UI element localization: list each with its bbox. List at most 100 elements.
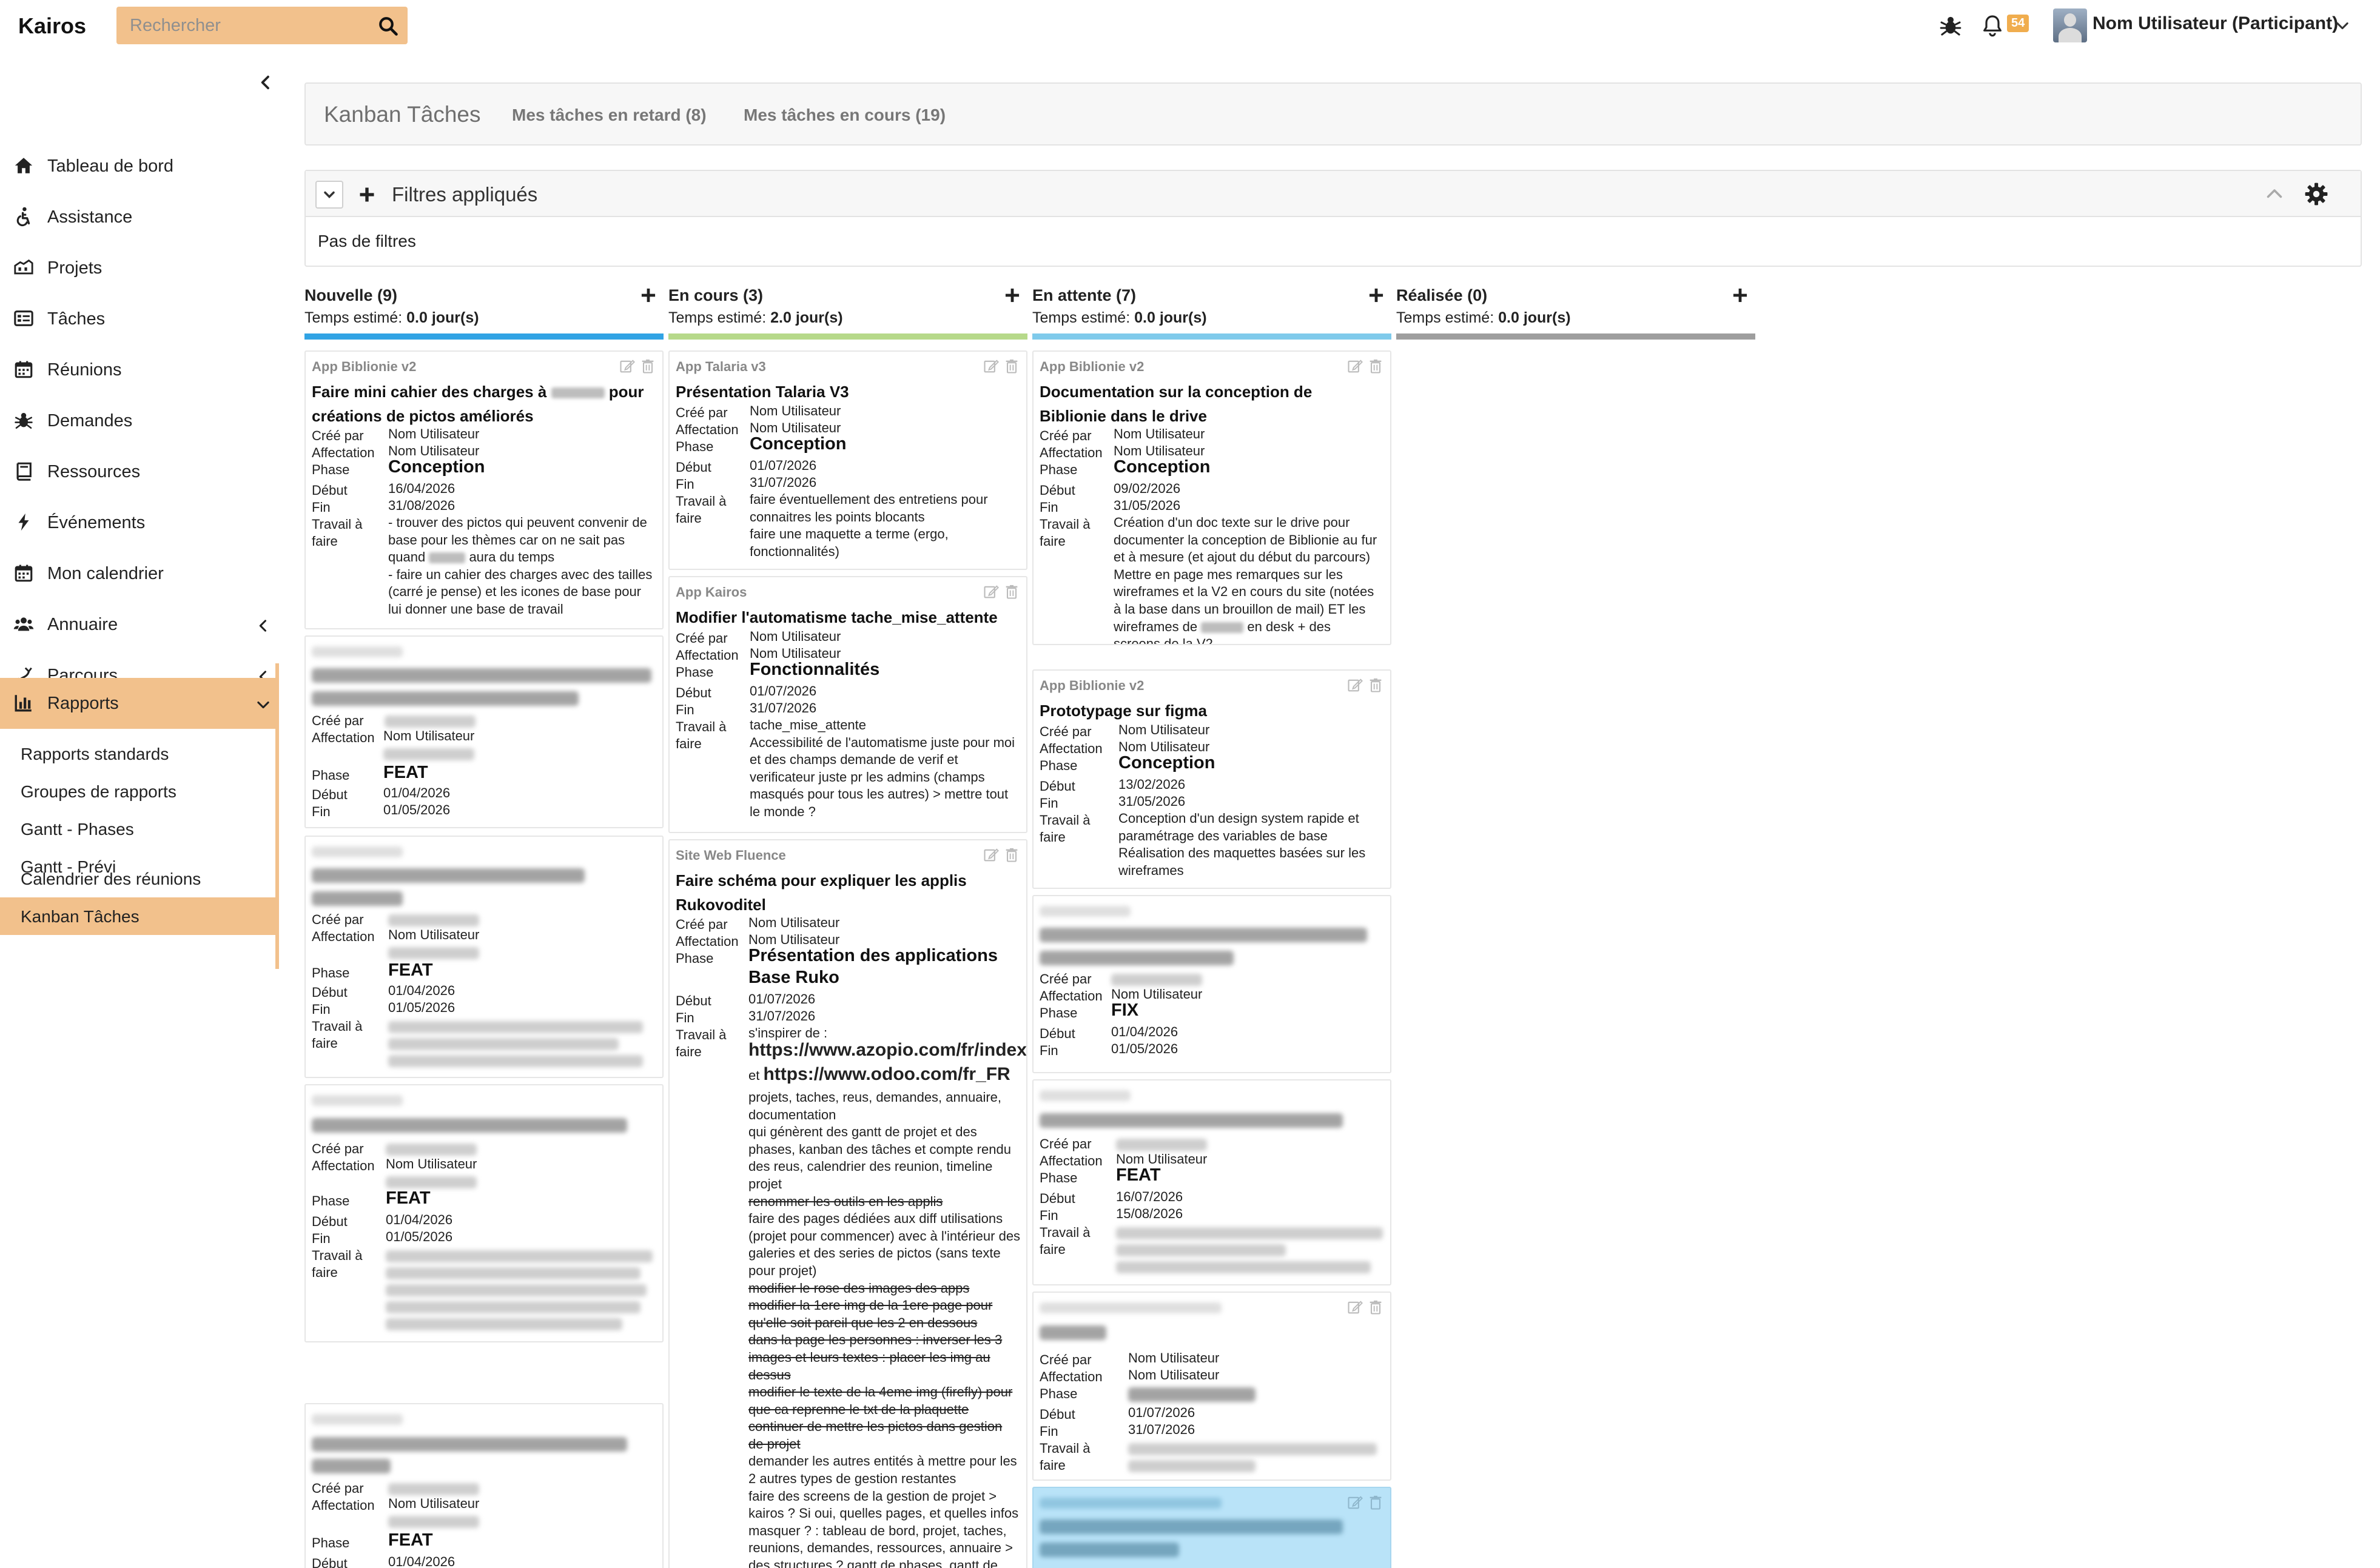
sidebar-item-projets[interactable]: Projets <box>0 243 279 293</box>
submenu-item-gantt-phases[interactable]: Gantt - Phases <box>0 810 275 848</box>
page-header: Kanban Tâches Mes tâches en retard (8) M… <box>304 82 2362 146</box>
filters-panel: Filtres appliqués Pas de filtres <box>304 170 2362 267</box>
edit-icon[interactable] <box>983 583 1000 600</box>
trash-icon[interactable] <box>1003 358 1020 375</box>
add-task-icon[interactable] <box>637 284 660 307</box>
field-label: Travail à <box>676 494 727 509</box>
submenu-item-rapports-standards[interactable]: Rapports standards <box>0 735 275 772</box>
sidebar-item-tableau-de-bord[interactable]: Tableau de bord <box>0 141 279 192</box>
task-card[interactable]: Site Web Fluence Faire schéma pour expli… <box>668 839 1027 1568</box>
task-card[interactable]: Créé par Affectation Nom Utilisateur Phas… <box>304 836 664 1078</box>
filter-toggle-button[interactable] <box>315 181 343 209</box>
task-card[interactable]: Créé par Affectation Nom Utilisateur Phas… <box>1032 1079 1391 1285</box>
add-task-icon[interactable] <box>1365 284 1388 307</box>
field-label: Phase <box>312 965 350 980</box>
field-label: faire <box>676 736 702 751</box>
task-card[interactable]: App Biblionie v2 Faire mini cahier des c… <box>304 350 664 629</box>
tab-taches-en-cours[interactable]: Mes tâches en cours (19) <box>744 106 946 125</box>
chevron-down-icon[interactable] <box>2334 17 2351 34</box>
trash-icon[interactable] <box>639 358 656 375</box>
redacted-text <box>1040 1498 1222 1509</box>
field-label: faire <box>312 1036 338 1051</box>
trash-icon[interactable] <box>1003 583 1020 600</box>
edit-icon[interactable] <box>619 358 636 375</box>
submenu-item-kanban-taches[interactable]: Kanban Tâches <box>0 897 275 935</box>
search-icon[interactable] <box>377 15 399 37</box>
edit-icon[interactable] <box>1346 358 1363 375</box>
chevron-up-icon[interactable] <box>2264 183 2285 205</box>
phase-value: Conception <box>388 457 485 477</box>
tab-taches-en-retard[interactable]: Mes tâches en retard (8) <box>512 106 707 125</box>
estimate-value: 0.0 jour(s) <box>406 309 479 326</box>
add-filter-icon[interactable] <box>353 181 381 209</box>
task-card[interactable]: Créé par Affectation Nom Utilisateur Phas… <box>304 635 664 828</box>
task-card[interactable]: Créé par Affectation Nom Utilisateur Phas… <box>304 1403 664 1568</box>
redacted-text <box>386 1284 647 1296</box>
field-label: faire <box>312 1265 338 1280</box>
edit-icon[interactable] <box>983 358 1000 375</box>
end-date-value: 31/07/2026 <box>750 700 817 715</box>
trash-icon[interactable] <box>1367 1494 1384 1511</box>
sidebar-item-evenements[interactable]: Événements <box>0 497 279 548</box>
avatar[interactable] <box>2053 8 2087 42</box>
search-input[interactable] <box>130 14 360 37</box>
field-label: Fin <box>1040 1424 1058 1439</box>
task-card-selected[interactable] <box>1032 1487 1391 1568</box>
redacted-text <box>429 552 466 564</box>
notification-badge[interactable]: 54 <box>2007 15 2029 32</box>
sidebar-item-mon-calendrier[interactable]: Mon calendrier <box>0 548 279 599</box>
end-date-value: 31/07/2026 <box>750 475 817 490</box>
start-date-value: 01/04/2026 <box>386 1212 453 1227</box>
task-card[interactable]: App Biblionie v2 Prototypage sur figma C… <box>1032 669 1391 889</box>
created-by-value: Nom Utilisateur <box>388 426 480 441</box>
task-card[interactable]: App Biblionie v2 Documentation sur la co… <box>1032 350 1391 645</box>
trash-icon[interactable] <box>1367 1299 1384 1316</box>
sidebar-item-annuaire[interactable]: Annuaire <box>0 599 279 650</box>
submenu-item-calendrier-des-reunions[interactable]: Calendrier des réunions <box>0 860 275 897</box>
task-card[interactable]: App Kairos Modifier l'automatisme tache_… <box>668 576 1027 833</box>
bug-icon[interactable] <box>1938 13 1963 38</box>
sidebar-item-assistance[interactable]: Assistance <box>0 192 279 243</box>
sidebar-item-reunions[interactable]: Réunions <box>0 344 279 395</box>
edit-icon[interactable] <box>983 846 1000 863</box>
redacted-text <box>388 1516 479 1528</box>
submenu-item-groupes-de-rapports[interactable]: Groupes de rapports <box>0 772 275 810</box>
add-task-icon[interactable] <box>1001 284 1024 307</box>
sidebar-item-ressources[interactable]: Ressources <box>0 446 279 497</box>
edit-icon[interactable] <box>1346 1494 1363 1511</box>
sidebar-item-demandes[interactable]: Demandes <box>0 395 279 446</box>
add-task-icon[interactable] <box>1729 284 1752 307</box>
task-card[interactable]: App Talaria v3 Présentation Talaria V3 C… <box>668 350 1027 570</box>
task-card[interactable]: Créé par Affectation Nom Utilisateur Phas… <box>1032 895 1391 1073</box>
sidebar-item-label: Tâches <box>47 309 106 329</box>
work-line: wireframes <box>1118 862 1184 878</box>
work-value: faire éventuellement des entretiens pour… <box>750 491 1023 560</box>
trash-icon[interactable] <box>1003 846 1020 863</box>
phase-value: FEAT <box>386 1188 431 1208</box>
sidebar-collapse-icon[interactable] <box>256 73 275 92</box>
start-date-value: 01/07/2026 <box>1128 1405 1195 1420</box>
task-card[interactable]: Créé par Nom Utilisateur Affectation Nom U… <box>1032 1292 1391 1481</box>
edit-icon[interactable] <box>1346 1299 1363 1316</box>
app-logo[interactable]: Kairos <box>18 13 86 39</box>
start-date-value: 01/07/2026 <box>748 991 816 1007</box>
field-label: Phase <box>312 768 350 783</box>
work-line: que ca reprenne le txt de la plaquette <box>748 1401 969 1417</box>
work-line: (carré je pense) et les icones de base p… <box>388 584 642 600</box>
field-label: faire <box>1040 829 1066 845</box>
sidebar-item-taches[interactable]: Tâches <box>0 293 279 344</box>
work-link[interactable]: https://www.odoo.com/fr_FR <box>763 1064 1010 1084</box>
work-link[interactable]: https://www.azopio.com/fr/index/ <box>748 1041 1026 1059</box>
edit-icon[interactable] <box>1346 677 1363 694</box>
trash-icon[interactable] <box>1367 358 1384 375</box>
trash-icon[interactable] <box>1367 677 1384 694</box>
column-color-bar <box>304 333 664 340</box>
end-date-value: 15/08/2026 <box>1116 1206 1183 1221</box>
task-card[interactable]: Créé par Affectation Nom Utilisateur Phas… <box>304 1084 664 1342</box>
submenu-label: Groupes de rapports <box>21 782 176 801</box>
work-line: phases, kanban des tâches et compte rend… <box>748 1141 1011 1157</box>
gear-icon[interactable] <box>2304 181 2329 207</box>
work-inspire: s'inspirer de : <box>748 1025 828 1040</box>
user-menu[interactable]: Nom Utilisateur (Participant) <box>2093 13 2338 34</box>
bell-icon[interactable] <box>1980 13 2005 38</box>
